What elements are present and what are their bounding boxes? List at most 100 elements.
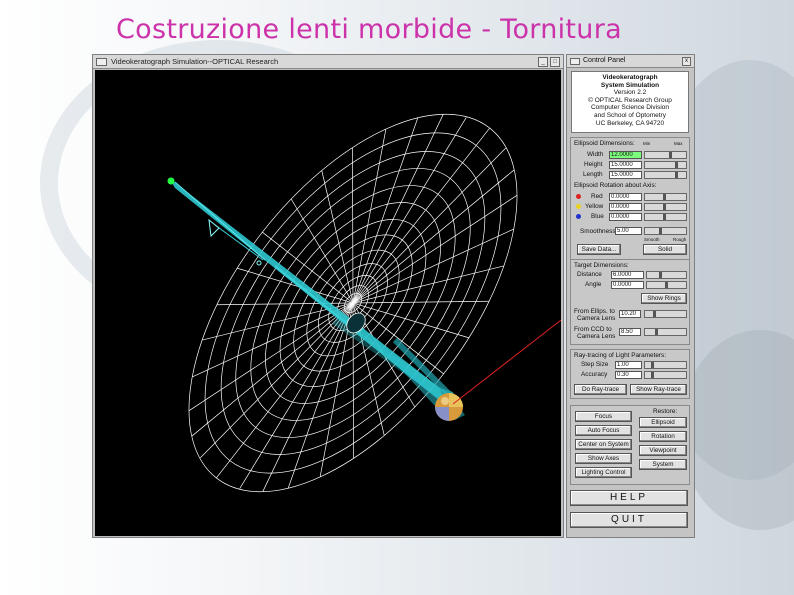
- smoothness-field[interactable]: 5.00: [615, 227, 642, 235]
- yellow-rotation-slider[interactable]: [644, 203, 687, 211]
- raytrace-header: Ray-tracing of Light Parameters:: [574, 352, 666, 359]
- maximize-button[interactable]: □: [550, 57, 560, 67]
- control-panel-title: Control Panel: [583, 57, 626, 64]
- ccd-lens-slider[interactable]: [644, 328, 687, 336]
- slider-knob[interactable]: [653, 311, 656, 317]
- info-line: © OPTICAL Research Group: [588, 96, 672, 104]
- red-axis-line: [452, 319, 562, 405]
- slider-knob[interactable]: [659, 272, 662, 278]
- step-size-label: Step Size: [581, 361, 609, 368]
- angle-slider[interactable]: [646, 281, 687, 289]
- slider-knob[interactable]: [651, 362, 654, 368]
- max-label: Max: [674, 141, 683, 146]
- width-slider[interactable]: [644, 151, 687, 159]
- slider-knob[interactable]: [663, 204, 666, 210]
- raytrace-group: Ray-tracing of Light Parameters: Step Si…: [570, 349, 690, 399]
- ellips-lens-slider[interactable]: [644, 310, 687, 318]
- slider-knob[interactable]: [675, 172, 678, 178]
- step-size-slider[interactable]: [644, 361, 687, 369]
- restore-ellipsoid-button[interactable]: Ellipsoid: [639, 417, 687, 428]
- angle-field[interactable]: 0.0000: [611, 281, 644, 289]
- ellipsoid-dims-header: Ellipsoid Dimensions:: [574, 140, 635, 147]
- step-size-field[interactable]: 1.00: [615, 361, 642, 369]
- close-button[interactable]: x: [682, 57, 691, 66]
- restore-viewpoint-button[interactable]: Viewpoint: [639, 445, 687, 456]
- lighting-control-button[interactable]: Lighting Control: [575, 467, 632, 478]
- center-on-system-button[interactable]: Center on System: [575, 439, 632, 450]
- accuracy-label: Accuracy: [581, 371, 608, 378]
- distance-slider[interactable]: [646, 271, 687, 279]
- accuracy-slider[interactable]: [644, 371, 687, 379]
- width-field[interactable]: 12.0000: [609, 151, 642, 159]
- info-line: Videokeratograph: [602, 74, 658, 81]
- slider-knob[interactable]: [663, 194, 666, 200]
- blue-rotation-field[interactable]: 0.0000: [609, 213, 642, 221]
- red-axis-icon: [576, 194, 581, 199]
- accuracy-field[interactable]: 0.30: [615, 371, 642, 379]
- smooth-label: Smooth: [644, 237, 660, 242]
- info-line: and School of Optometry: [594, 111, 666, 119]
- angle-label: Angle: [585, 281, 602, 288]
- length-slider[interactable]: [644, 171, 687, 179]
- simulation-window: Videokeratograph Simulation--OPTICAL Res…: [92, 54, 564, 538]
- ccd-lens-label-2: Camera Lens: [577, 333, 616, 340]
- slider-knob[interactable]: [659, 228, 662, 234]
- ccd-lens-field[interactable]: 8.50: [619, 328, 641, 336]
- control-panel: Control Panel x Videokeratograph System …: [566, 54, 695, 538]
- target-group: Target Dimensions: Distance 6.0000 Angle…: [570, 259, 690, 345]
- solid-button[interactable]: Solid: [643, 244, 687, 255]
- width-label: Width: [587, 151, 604, 158]
- slider-knob[interactable]: [665, 282, 668, 288]
- yellow-axis-icon: [576, 204, 581, 209]
- 3d-viewport[interactable]: [95, 70, 562, 536]
- distance-label: Distance: [577, 271, 602, 278]
- height-slider[interactable]: [644, 161, 687, 169]
- save-data-button[interactable]: Save Data...: [577, 244, 621, 255]
- red-rotation-slider[interactable]: [644, 193, 687, 201]
- minimize-button[interactable]: _: [538, 57, 548, 67]
- restore-header: Restore:: [653, 408, 678, 415]
- control-panel-titlebar[interactable]: Control Panel x: [567, 55, 694, 68]
- view-controls-group: Focus Auto Focus Center on System Show A…: [570, 405, 690, 485]
- ellips-lens-label-2: Camera Lens: [577, 315, 616, 322]
- length-label: Length: [583, 171, 603, 178]
- smoothness-slider[interactable]: [644, 227, 687, 235]
- restore-system-button[interactable]: System: [639, 459, 687, 470]
- info-line: UC Berkeley, CA 94720: [595, 119, 665, 127]
- min-label: Min: [643, 141, 651, 146]
- ellips-lens-label: From Ellips. to: [574, 308, 615, 315]
- light-beam: [169, 178, 465, 420]
- height-field[interactable]: 15.0000: [609, 161, 642, 169]
- window-menu-icon[interactable]: [570, 58, 580, 65]
- quit-button[interactable]: QUIT: [570, 512, 688, 528]
- distance-field[interactable]: 6.0000: [611, 271, 644, 279]
- blue-rotation-slider[interactable]: [644, 213, 687, 221]
- slider-knob[interactable]: [669, 152, 672, 158]
- focus-button[interactable]: Focus: [575, 411, 632, 422]
- show-raytrace-button[interactable]: Show Ray-trace: [630, 384, 687, 395]
- smoothness-label: Smoothness: [580, 228, 616, 235]
- simulation-window-title: Videokeratograph Simulation--OPTICAL Res…: [111, 57, 279, 66]
- slider-knob[interactable]: [675, 162, 678, 168]
- red-rotation-field[interactable]: 0.0000: [609, 193, 642, 201]
- axis-sphere: [435, 393, 463, 421]
- rotation-header: Ellipsoid Rotation about Axis:: [574, 182, 657, 189]
- slider-knob[interactable]: [651, 372, 654, 378]
- ccd-lens-label: From CCD to: [574, 326, 612, 333]
- restore-rotation-button[interactable]: Rotation: [639, 431, 687, 442]
- length-field[interactable]: 15.0000: [609, 171, 642, 179]
- auto-focus-button[interactable]: Auto Focus: [575, 425, 632, 436]
- height-label: Height: [584, 161, 603, 168]
- show-axes-button[interactable]: Show Axes: [575, 453, 632, 464]
- do-raytrace-button[interactable]: Do Ray-trace: [574, 384, 627, 395]
- ellips-lens-field[interactable]: 10.20: [619, 310, 641, 318]
- slider-knob[interactable]: [663, 214, 666, 220]
- window-menu-icon[interactable]: [96, 58, 107, 66]
- yellow-rotation-field[interactable]: 0.0000: [609, 203, 642, 211]
- help-button[interactable]: HELP: [570, 490, 688, 506]
- slider-knob[interactable]: [655, 329, 658, 335]
- blue-axis-icon: [576, 214, 581, 219]
- target-header: Target Dimensions:: [574, 262, 629, 269]
- show-rings-button[interactable]: Show Rings: [641, 293, 687, 304]
- simulation-titlebar[interactable]: Videokeratograph Simulation--OPTICAL Res…: [93, 55, 563, 69]
